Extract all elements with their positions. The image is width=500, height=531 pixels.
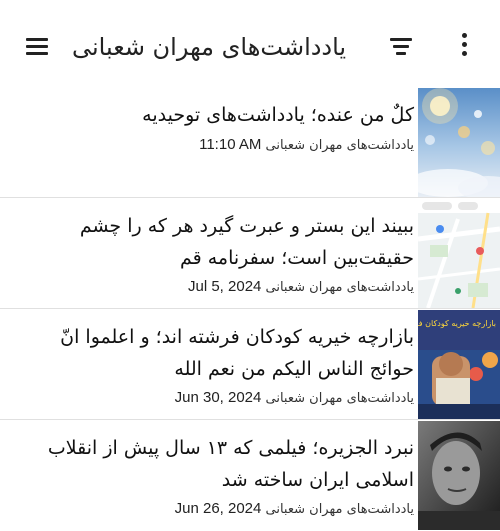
post-meta: یادداشت‌های مهران شعبانی Jun 30, 2024: [14, 386, 414, 410]
post-title[interactable]: ببیند این بستر و عبرت گیرد هر که را چشم …: [14, 210, 414, 274]
film-still-portrait-image[interactable]: [418, 421, 500, 530]
post-title[interactable]: کلٌ من عنده؛ یادداشت‌های توحیدیه: [14, 99, 414, 131]
list-item[interactable]: ببیند این بستر و عبرت گیرد هر که را چشم …: [0, 198, 500, 309]
post-title[interactable]: نبرد الجزیره؛ فیلمی که ۱۳ سال پیش از انق…: [14, 432, 414, 496]
post-date: 11:10 AM: [199, 136, 262, 153]
sky-lights-image[interactable]: [418, 88, 500, 197]
poster-title-text: بازارچه خیریه کودکان فرشته اند: [418, 319, 496, 328]
post-meta: یادداشت‌های مهران شعبانی Jul 5, 2024: [14, 275, 414, 299]
post-meta: یادداشت‌های مهران شعبانی Jun 26, 2024: [14, 497, 414, 521]
filter-sort-icon[interactable]: [388, 34, 416, 58]
map-screenshot-image[interactable]: [418, 199, 500, 308]
page-title: یادداشت‌های مهران شعبانی: [72, 33, 347, 61]
post-title[interactable]: بازارچه خیریه کودکان فرشته اند؛ و اعلموا…: [14, 321, 414, 385]
post-list: کلٌ من عنده؛ یادداشت‌های توحیدیه یادداشت…: [0, 87, 500, 531]
post-date: Jun 30, 2024: [174, 389, 262, 406]
more-vertical-icon[interactable]: [455, 30, 475, 60]
hamburger-menu-icon[interactable]: [22, 34, 50, 58]
post-meta: یادداشت‌های مهران شعبانی 11:10 AM: [14, 133, 414, 157]
post-author: یادداشت‌های مهران شعبانی: [265, 280, 414, 295]
list-item[interactable]: کلٌ من عنده؛ یادداشت‌های توحیدیه یادداشت…: [0, 87, 500, 198]
post-date: Jun 26, 2024: [174, 500, 262, 517]
app-bar: یادداشت‌های مهران شعبانی: [0, 0, 500, 92]
post-date: Jul 5, 2024: [187, 278, 262, 295]
list-item[interactable]: بازارچه خیریه کودکان فرشته اند؛ و اعلموا…: [0, 309, 500, 420]
post-author: یادداشت‌های مهران شعبانی: [265, 138, 414, 153]
post-author: یادداشت‌های مهران شعبانی: [265, 502, 414, 517]
charity-bazaar-poster-image[interactable]: بازارچه خیریه کودکان فرشته اند: [418, 310, 500, 419]
list-item[interactable]: نبرد الجزیره؛ فیلمی که ۱۳ سال پیش از انق…: [0, 420, 500, 531]
post-author: یادداشت‌های مهران شعبانی: [265, 391, 414, 406]
